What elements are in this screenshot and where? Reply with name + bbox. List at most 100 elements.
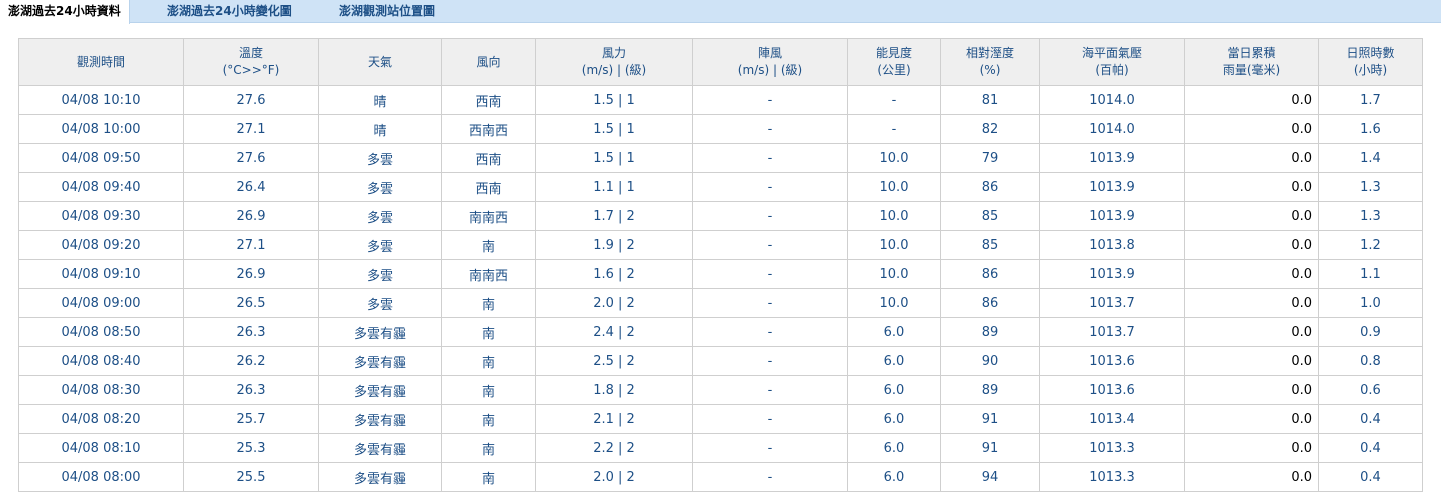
header-unit: (%) — [979, 63, 1001, 77]
col-rainfall-cell: 0.0 — [1184, 172, 1319, 202]
col-weather-cell: 多雲 — [318, 230, 442, 260]
col-rainfall-cell: 0.0 — [1184, 404, 1319, 434]
col-rainfall-cell: 0.0 — [1184, 259, 1319, 289]
col-obs-time-cell: 04/08 08:50 — [18, 317, 184, 347]
header-label: 天氣 — [367, 54, 392, 69]
header-label: 相對溼度 — [965, 46, 1014, 60]
col-pressure-cell: 1013.9 — [1039, 143, 1185, 173]
col-sunshine-cell: 1.4 — [1318, 143, 1423, 173]
col-sunshine-cell: 1.7 — [1318, 85, 1423, 115]
col-gust-cell: - — [692, 404, 848, 434]
table-row: 04/08 09:10 26.9 多雲 南南西 1.6 | 2-10.0 86 1013.9… — [18, 259, 1423, 289]
col-humidity-cell: 85 — [940, 230, 1040, 260]
col-gust-cell: - — [692, 375, 848, 405]
col-obs-time-cell: 04/08 08:30 — [18, 375, 184, 405]
table-row: 04/08 09:30 26.9 多雲 南南西 1.7 | 2-10.0 85 1013.9… — [18, 201, 1423, 231]
col-humidity-cell: 86 — [940, 172, 1040, 202]
col-visibility-cell: - — [847, 85, 941, 115]
col-visibility-cell: 10.0 — [847, 259, 941, 289]
col-wind-direction-cell: 南南西 — [441, 259, 536, 289]
col-humidity-cell: 86 — [940, 259, 1040, 289]
col-visibility-cell: 6.0 — [847, 375, 941, 405]
col-visibility-cell: 6.0 — [847, 462, 941, 492]
col-pressure-cell: 1013.3 — [1039, 433, 1185, 463]
col-sunshine-cell: 0.6 — [1318, 375, 1423, 405]
col-obs-time-cell: 04/08 09:30 — [18, 201, 184, 231]
table-body: 04/08 10:10 27.6 晴西南 1.5 | 1- -81 1014.0 0.0 1.… — [18, 85, 1423, 492]
col-humidity-cell: 82 — [940, 114, 1040, 144]
col-weather-cell: 晴 — [318, 85, 442, 115]
col-humidity-cell: 94 — [940, 462, 1040, 492]
col-visibility-cell: 10.0 — [847, 172, 941, 202]
col-obs-time-cell: 04/08 09:40 — [18, 172, 184, 202]
col-wind-direction-cell: 西南 — [441, 143, 536, 173]
col-obs-time-cell: 04/08 09:50 — [18, 143, 184, 173]
col-temperature-header[interactable]: 溫度 (°C>>°F) — [183, 38, 319, 86]
col-wind-force-cell: 2.0 | 2 — [535, 288, 693, 318]
col-sunshine-header: 日照時數 (小時) — [1318, 38, 1423, 86]
observation-table: 觀測時間 溫度 (°C>>°F) 天氣 風向 風力 (m/s) | (級) 陣風 (m/s) |… — [18, 38, 1423, 492]
col-wind-force-cell: 1.8 | 2 — [535, 375, 693, 405]
table-row: 04/08 08:30 26.3 多雲有霾南 1.8 | 2-6.0 89 1013.6 0… — [18, 375, 1423, 405]
col-humidity-cell: 81 — [940, 85, 1040, 115]
col-pressure-cell: 1013.4 — [1039, 404, 1185, 434]
tab-past-24h-data[interactable]: 澎湖過去24小時資料 — [0, 0, 130, 24]
table-row: 04/08 09:20 27.1 多雲南 1.9 | 2-10.0 85 1013.8 0.… — [18, 230, 1423, 260]
col-sunshine-cell: 1.3 — [1318, 201, 1423, 231]
tab-station-location-map[interactable]: 澎湖觀測站位置圖 — [339, 0, 435, 23]
col-pressure-cell: 1013.6 — [1039, 346, 1185, 376]
col-humidity-cell: 79 — [940, 143, 1040, 173]
col-temperature-cell: 26.2 — [183, 346, 319, 376]
col-wind-force-cell: 1.5 | 1 — [535, 143, 693, 173]
col-weather-cell: 多雲有霾 — [318, 317, 442, 347]
col-gust-cell: - — [692, 317, 848, 347]
col-temperature-cell: 25.7 — [183, 404, 319, 434]
header-unit: (小時) — [1353, 63, 1388, 77]
col-rainfall-cell: 0.0 — [1184, 201, 1319, 231]
col-visibility-cell: - — [847, 114, 941, 144]
col-wind-direction-cell: 南 — [441, 433, 536, 463]
header-unit[interactable]: (°C>>°F) — [184, 62, 318, 79]
col-weather-header: 天氣 — [318, 38, 442, 86]
col-rainfall-cell: 0.0 — [1184, 462, 1319, 492]
col-wind-direction-header: 風向 — [441, 38, 536, 86]
col-sunshine-cell: 0.4 — [1318, 433, 1423, 463]
col-weather-cell: 多雲 — [318, 288, 442, 318]
header-unit: 雨量(毫米) — [1222, 63, 1281, 77]
col-temperature-cell: 26.9 — [183, 201, 319, 231]
table-header-row: 觀測時間 溫度 (°C>>°F) 天氣 風向 風力 (m/s) | (級) 陣風 (m/s) |… — [18, 38, 1423, 86]
col-weather-cell: 多雲有霾 — [318, 346, 442, 376]
col-pressure-cell: 1013.9 — [1039, 201, 1185, 231]
col-visibility-cell: 6.0 — [847, 433, 941, 463]
col-rainfall-cell: 0.0 — [1184, 114, 1319, 144]
col-wind-direction-cell: 南 — [441, 346, 536, 376]
header-label: 風力 — [601, 46, 626, 60]
col-pressure-cell: 1014.0 — [1039, 114, 1185, 144]
col-rainfall-cell: 0.0 — [1184, 317, 1319, 347]
col-weather-cell: 多雲有霾 — [318, 404, 442, 434]
col-temperature-cell: 27.1 — [183, 114, 319, 144]
table-row: 04/08 08:20 25.7 多雲有霾南 2.1 | 2-6.0 91 1013.4 0… — [18, 404, 1423, 434]
col-temperature-cell: 26.3 — [183, 317, 319, 347]
col-wind-direction-cell: 南 — [441, 375, 536, 405]
col-pressure-cell: 1014.0 — [1039, 85, 1185, 115]
col-obs-time-cell: 04/08 08:40 — [18, 346, 184, 376]
col-humidity-header: 相對溼度 (%) — [940, 38, 1040, 86]
col-sunshine-cell: 1.3 — [1318, 172, 1423, 202]
header-unit: (m/s) | (級) — [737, 63, 803, 77]
col-gust-cell: - — [692, 259, 848, 289]
col-weather-cell: 多雲有霾 — [318, 375, 442, 405]
col-pressure-cell: 1013.8 — [1039, 230, 1185, 260]
header-label: 海平面氣壓 — [1081, 46, 1142, 60]
header-unit: (m/s) | (級) — [581, 63, 647, 77]
col-pressure-cell: 1013.9 — [1039, 172, 1185, 202]
col-weather-cell: 多雲 — [318, 259, 442, 289]
col-weather-cell: 多雲 — [318, 201, 442, 231]
tab-past-24h-chart[interactable]: 澎湖過去24小時變化圖 — [167, 0, 292, 23]
header-label: 日照時數 — [1346, 46, 1395, 60]
header-label: 能見度 — [875, 46, 912, 60]
col-weather-cell: 多雲 — [318, 143, 442, 173]
col-rainfall-cell: 0.0 — [1184, 230, 1319, 260]
col-pressure-cell: 1013.3 — [1039, 462, 1185, 492]
table-row: 04/08 10:00 27.1 晴西南西 1.5 | 1- -82 1014.0 0.0 1… — [18, 114, 1423, 144]
